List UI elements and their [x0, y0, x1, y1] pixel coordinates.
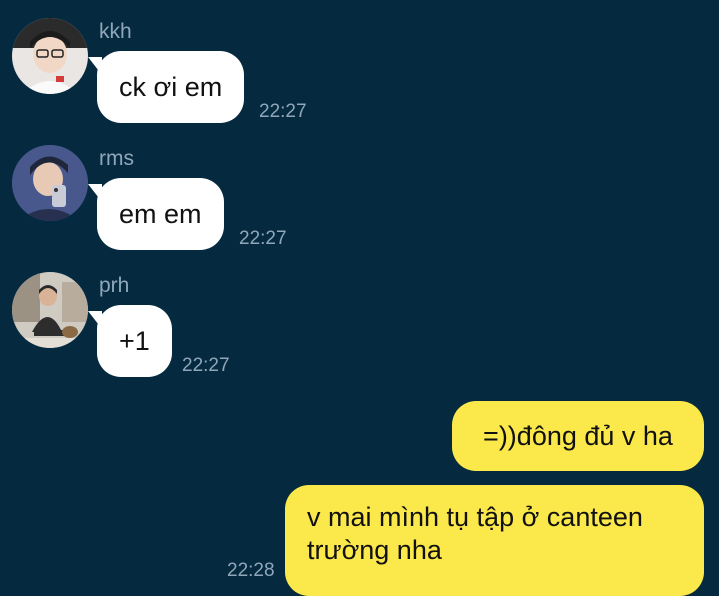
user-avatar-icon [12, 145, 88, 221]
message-bubble-outgoing[interactable]: v mai mình tụ tập ở canteen trường nha [285, 485, 704, 596]
message-timestamp: 22:27 [182, 355, 230, 376]
message-bubble-incoming[interactable]: em em [88, 178, 224, 250]
message-text: em em [119, 199, 202, 229]
sender-name: prh [99, 274, 130, 297]
bubble-tail [88, 311, 102, 329]
message-timestamp: 22:27 [239, 228, 287, 249]
avatar-rms[interactable] [12, 145, 88, 221]
message-text: +1 [119, 326, 150, 356]
message-timestamp: 22:27 [259, 101, 307, 122]
message-text: ck ơi em [119, 72, 223, 102]
sender-name: rms [99, 147, 134, 170]
avatar-kkh[interactable] [12, 18, 88, 94]
bubble-tail [88, 184, 102, 202]
avatar-prh[interactable] [12, 272, 88, 348]
bubble-tail [88, 57, 102, 75]
message-timestamp: 22:28 [227, 560, 275, 581]
user-avatar-icon [12, 272, 88, 348]
user-avatar-icon [12, 18, 88, 94]
sender-name: kkh [99, 20, 132, 43]
message-bubble-incoming[interactable]: ck ơi em [88, 51, 245, 123]
message-text: v mai mình tụ tập ở canteen trường nha [307, 502, 643, 565]
message-bubble-incoming[interactable]: +1 [88, 305, 172, 377]
message-text: =))đông đủ v ha [483, 421, 673, 451]
message-bubble-outgoing[interactable]: =))đông đủ v ha [452, 401, 704, 471]
